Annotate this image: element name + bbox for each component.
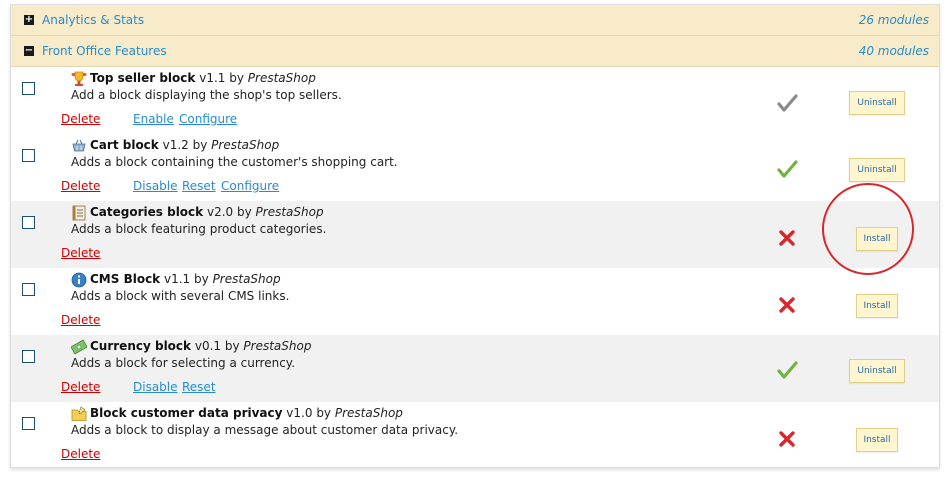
module-title: Top seller block v1.1 by PrestaShop [90, 71, 316, 85]
module-row-cms: CMS Block v1.1 by PrestaShop Adds a bloc… [11, 268, 939, 335]
module-title: Cart block v1.2 by PrestaShop [90, 138, 279, 152]
delete-link[interactable]: Delete [61, 246, 100, 260]
module-checkbox[interactable] [22, 350, 35, 363]
module-checkbox[interactable] [22, 283, 35, 296]
module-description: Adds a block with several CMS links. [71, 289, 290, 303]
module-name: Categories block [90, 205, 204, 219]
module-name: CMS Block [90, 272, 161, 286]
module-version: v1.0 [286, 406, 313, 420]
module-author: PrestaShop [212, 272, 281, 286]
delete-link[interactable]: Delete [61, 112, 100, 126]
by-label: by [229, 71, 244, 85]
module-row-categories: Categories block v2.0 by PrestaShop Adds… [11, 201, 939, 268]
configure-link[interactable]: Configure [221, 179, 279, 193]
check-icon [777, 160, 798, 178]
delete-link[interactable]: Delete [61, 313, 100, 327]
highlight-circle [822, 183, 914, 275]
cross-icon [779, 230, 795, 246]
module-author: PrestaShop [334, 406, 403, 420]
modules-panel: + Analytics & Stats 26 modules − Front O… [10, 4, 940, 468]
module-row-cart: Cart block v1.2 by PrestaShop Adds a blo… [11, 134, 939, 201]
delete-link[interactable]: Delete [61, 380, 100, 394]
module-checkbox[interactable] [22, 82, 35, 95]
basket-icon [72, 139, 86, 152]
module-checkbox[interactable] [22, 216, 35, 229]
check-icon [777, 361, 798, 379]
by-label: by [316, 406, 332, 420]
collapse-icon[interactable]: − [24, 46, 34, 56]
enable-link[interactable]: Enable [133, 112, 174, 126]
module-count: 40 modules [858, 44, 929, 58]
module-author: PrestaShop [247, 71, 316, 85]
module-title: Block customer data privacy v1.0 by Pres… [90, 406, 403, 420]
cross-icon [779, 431, 795, 447]
configure-link[interactable]: Configure [179, 112, 237, 126]
cross-icon [779, 297, 795, 313]
module-name: Cart block [90, 138, 159, 152]
folder-icon [71, 406, 87, 421]
module-name: Top seller block [90, 71, 196, 85]
module-version: v1.1 [199, 71, 226, 85]
expand-icon[interactable]: + [24, 15, 34, 25]
module-checkbox[interactable] [22, 417, 35, 430]
category-header-analytics[interactable]: + Analytics & Stats 26 modules [11, 5, 939, 36]
module-author: PrestaShop [243, 339, 312, 353]
reset-link[interactable]: Reset [182, 179, 216, 193]
module-row-currency: Currency block v0.1 by PrestaShop Adds a… [11, 335, 939, 402]
reset-link[interactable]: Reset [182, 380, 216, 394]
info-icon [71, 272, 87, 288]
module-row-data-privacy: Block customer data privacy v1.0 by Pres… [11, 402, 939, 469]
module-version: v1.2 [162, 138, 189, 152]
category-header-front-office[interactable]: − Front Office Features 40 modules [11, 36, 939, 67]
module-version: v0.1 [194, 339, 222, 353]
module-title: Categories block v2.0 by PrestaShop [90, 205, 324, 219]
by-label: by [224, 339, 240, 353]
by-label: by [237, 205, 252, 219]
by-label: by [192, 138, 208, 152]
module-description: Adds a block to display a message about … [71, 423, 459, 437]
category-name[interactable]: Analytics & Stats [42, 13, 144, 27]
money-icon [71, 339, 87, 355]
module-name: Block customer data privacy [90, 406, 283, 420]
category-name[interactable]: Front Office Features [42, 44, 167, 58]
module-name: Currency block [90, 339, 192, 353]
module-description: Adds a block featuring product categorie… [71, 222, 327, 236]
module-title: CMS Block v1.1 by PrestaShop [90, 272, 281, 286]
module-row-top-seller: Top seller block v1.1 by PrestaShop Add … [11, 69, 939, 136]
install-button[interactable]: Install [856, 294, 898, 318]
list-icon [72, 205, 86, 221]
module-description: Adds a block containing the customer's s… [71, 155, 398, 169]
install-button[interactable]: Install [856, 428, 898, 452]
delete-link[interactable]: Delete [61, 447, 100, 461]
uninstall-button[interactable]: Uninstall [849, 158, 905, 182]
uninstall-button[interactable]: Uninstall [849, 91, 905, 115]
module-count: 26 modules [858, 13, 929, 27]
disable-link[interactable]: Disable [133, 179, 178, 193]
module-version: v1.1 [164, 272, 191, 286]
module-description: Add a block displaying the shop's top se… [71, 88, 342, 102]
delete-link[interactable]: Delete [61, 179, 100, 193]
check-icon [777, 94, 798, 112]
by-label: by [194, 272, 209, 286]
uninstall-button[interactable]: Uninstall [849, 359, 905, 383]
module-author: PrestaShop [211, 138, 280, 152]
trophy-icon [71, 71, 87, 86]
module-title: Currency block v0.1 by PrestaShop [90, 339, 311, 353]
disable-link[interactable]: Disable [133, 380, 178, 394]
module-version: v2.0 [206, 205, 234, 219]
module-description: Adds a block for selecting a currency. [71, 356, 296, 370]
module-author: PrestaShop [255, 205, 324, 219]
module-checkbox[interactable] [22, 149, 35, 162]
